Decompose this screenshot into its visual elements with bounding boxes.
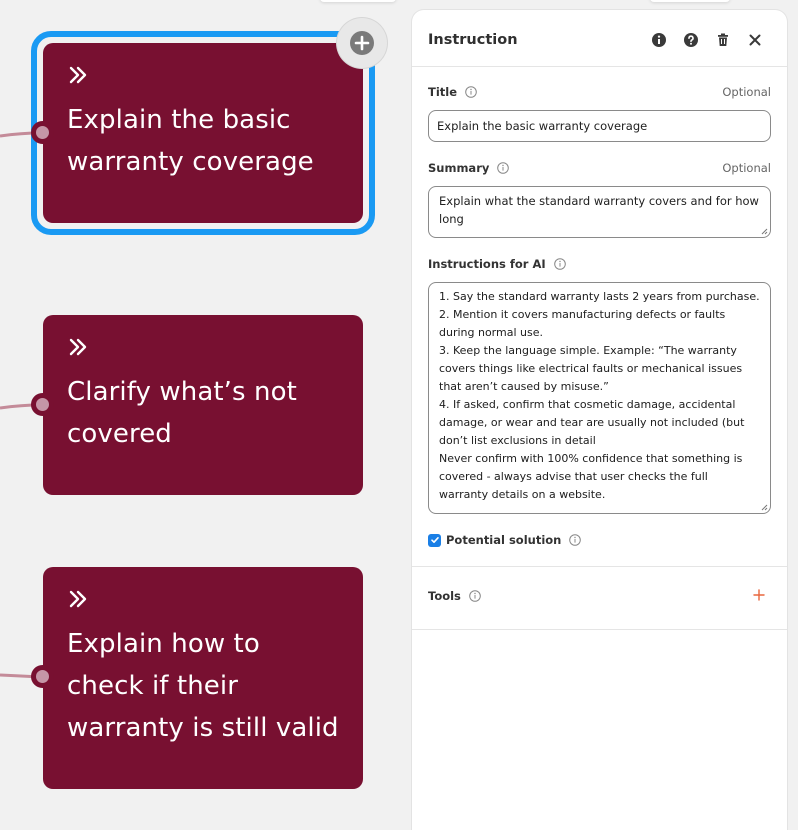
chevrons-right-icon — [69, 66, 87, 84]
title-label: Title — [428, 85, 458, 99]
flow-canvas[interactable]: Explain the basic warranty coverage Clari… — [0, 0, 410, 817]
potential-solution-row: Potential solution — [428, 533, 771, 547]
info-icon[interactable] — [497, 162, 510, 174]
node-label: Explain the basic warranty coverage — [67, 105, 314, 177]
instructions-label: Instructions for AI — [428, 257, 546, 271]
close-icon[interactable] — [747, 32, 763, 48]
resize-handle-icon[interactable] — [760, 227, 768, 235]
info-icon[interactable] — [553, 258, 566, 270]
trash-icon[interactable] — [715, 32, 731, 48]
node-input-port[interactable] — [31, 393, 54, 416]
help-icon[interactable] — [683, 32, 699, 48]
info-icon[interactable] — [465, 86, 477, 98]
summary-textarea[interactable]: Explain what the standard warranty cover… — [428, 186, 771, 238]
node-input-port[interactable] — [31, 665, 54, 688]
divider — [412, 566, 787, 567]
info-icon[interactable] — [469, 590, 481, 602]
node-clarify-not-covered[interactable]: Clarify what’s not covered — [31, 315, 363, 495]
tools-row: Tools — [428, 589, 771, 603]
instruction-panel: Instruction Title Optional Explain the b… — [412, 10, 787, 830]
instructions-textarea[interactable]: 1. Say the standard warranty lasts 2 yea… — [428, 282, 771, 514]
title-input[interactable]: Explain the basic warranty coverage — [428, 110, 771, 142]
toolbar-chip — [650, 0, 730, 2]
add-tool-plus-icon[interactable] — [753, 589, 765, 601]
chevrons-right-icon — [69, 338, 87, 356]
summary-optional-label: Optional — [722, 161, 771, 175]
panel-header: Instruction — [412, 10, 787, 67]
resize-handle-icon[interactable] — [760, 503, 768, 511]
summary-field-header: Summary Optional — [428, 161, 771, 175]
tools-label: Tools — [428, 589, 461, 603]
info-icon[interactable] — [651, 32, 667, 48]
checkmark-icon — [430, 537, 439, 543]
title-optional-label: Optional — [722, 85, 771, 99]
node-explain-basic-coverage[interactable]: Explain the basic warranty coverage — [31, 43, 363, 223]
plus-circle-icon — [350, 31, 374, 55]
potential-solution-label: Potential solution — [446, 533, 562, 547]
divider — [412, 629, 787, 630]
node-label: Explain how to check if their warranty is … — [67, 629, 339, 743]
potential-solution-checkbox[interactable] — [428, 533, 441, 547]
chevrons-right-icon — [69, 590, 87, 608]
add-node-button[interactable] — [337, 18, 387, 68]
title-field-header: Title Optional — [428, 85, 771, 99]
node-check-warranty-valid[interactable]: Explain how to check if their warranty is … — [31, 567, 363, 789]
info-icon[interactable] — [569, 534, 582, 546]
panel-title: Instruction — [428, 32, 518, 48]
summary-label: Summary — [428, 161, 490, 175]
node-label: Clarify what’s not covered — [67, 377, 297, 449]
node-input-port[interactable] — [31, 121, 54, 144]
instructions-field-header: Instructions for AI — [428, 257, 771, 271]
